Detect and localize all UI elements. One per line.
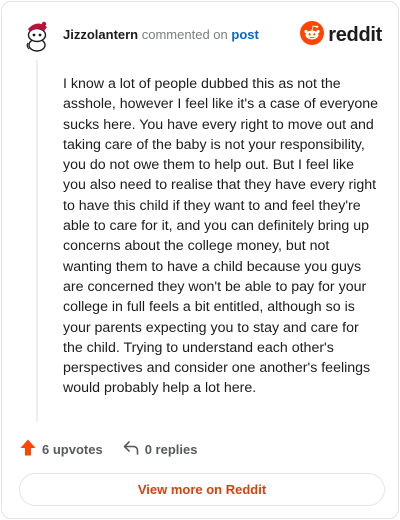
reddit-logo-icon	[300, 20, 325, 50]
reddit-wordmark: reddit	[328, 23, 382, 46]
post-link[interactable]: post	[231, 27, 258, 42]
view-more-button[interactable]: View more on Reddit	[19, 473, 385, 506]
comment-meta: Jizzolantern commented on post	[63, 28, 259, 42]
upvote-count: 6 upvotes	[42, 441, 103, 457]
commented-on-label: commented on	[141, 27, 228, 42]
reply-button[interactable]: 0 replies	[123, 440, 198, 458]
comment-actions: 6 upvotes 0 replies	[20, 439, 197, 459]
comment-header: Jizzolantern commented on post reddit	[20, 18, 382, 52]
comment-embed-card: Jizzolantern commented on post reddit I …	[1, 1, 399, 519]
comment-body: I know a lot of people dubbed this as no…	[63, 76, 378, 397]
author-name[interactable]: Jizzolantern	[63, 27, 138, 42]
snoo-avatar-icon[interactable]	[20, 18, 54, 52]
reddit-brand[interactable]: reddit	[300, 20, 382, 50]
reply-icon	[123, 440, 145, 458]
thread-line[interactable]	[36, 60, 38, 422]
upvote-button[interactable]: 6 upvotes	[20, 439, 103, 459]
upvote-arrow-icon	[20, 439, 42, 459]
reply-count: 0 replies	[144, 441, 198, 457]
